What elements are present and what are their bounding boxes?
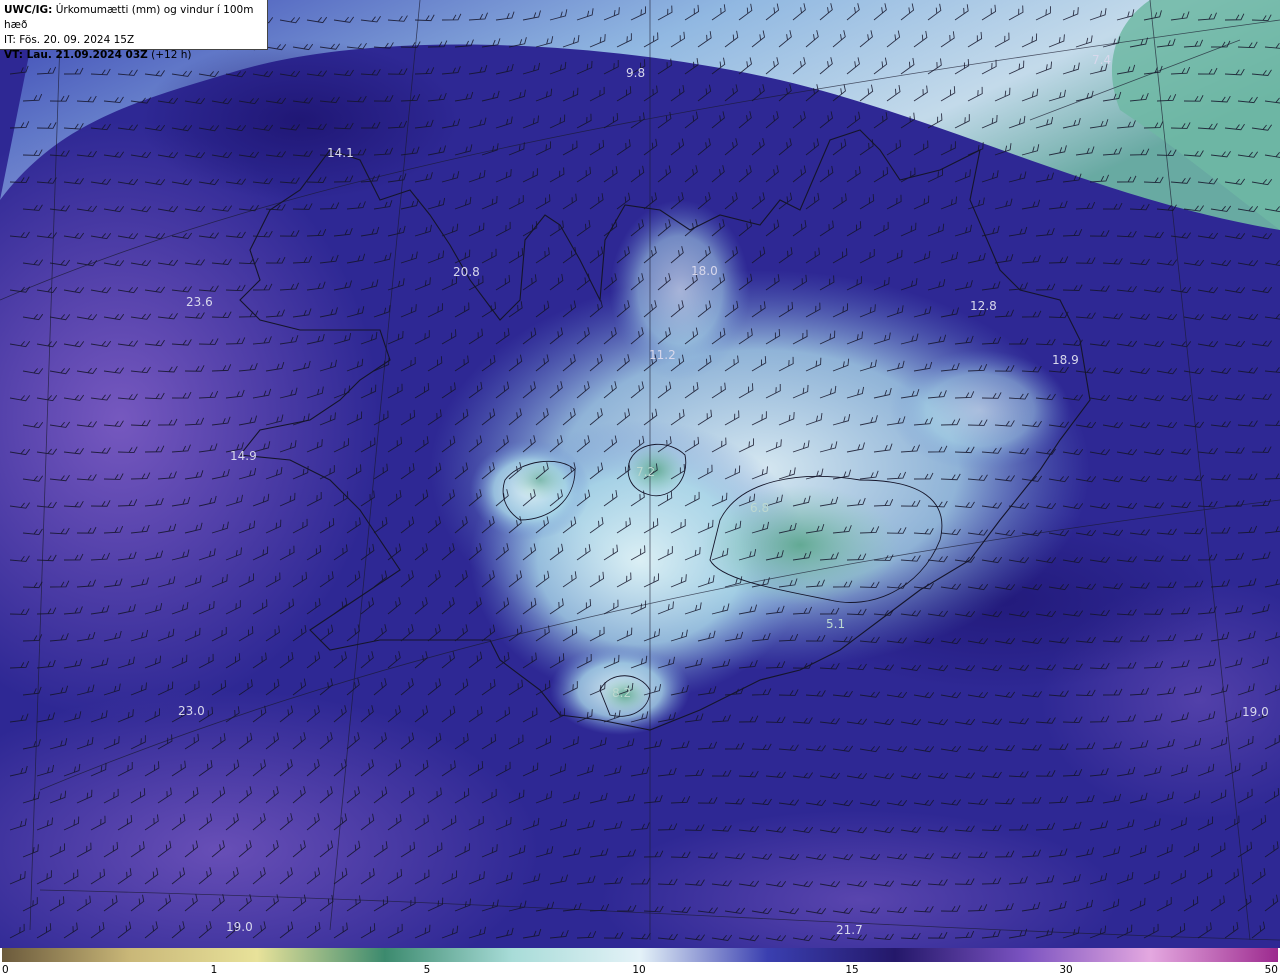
map-label-7-2: 7.2 [636,465,655,479]
init-time: IT: Fös. 20. 09. 2024 15Z [4,34,135,46]
map-label-5-1: 5.1 [826,617,845,631]
colorbar-tick-0: 0 [2,964,9,976]
map-label-23-0: 23.0 [178,704,205,718]
map-info-box: UWC/IG: Úrkomumætti (mm) og vindur í 100… [0,0,268,61]
map-label-19-0-south: 19.0 [226,920,253,934]
colorbar-legend: 0 1 5 10 15 30 50 [0,948,1280,978]
map-label-12-8: 12.8 [970,299,997,313]
map-label-20-8: 20.8 [453,265,480,279]
map-label-23-6: 23.6 [186,295,213,309]
map-label-14-9: 14.9 [230,449,257,463]
colorbar-tick-15: 15 [845,964,859,976]
map-label-21-7: 21.7 [836,923,863,937]
valid-time: VT: Lau. 21.09.2024 03Z [4,49,148,61]
weather-map: 14.1 20.8 23.6 18.0 12.8 18.9 11.2 14.9 … [0,0,1280,948]
dark-northwest [140,40,460,200]
forecast-offset: (+12 h) [147,49,192,61]
map-label-11-2: 11.2 [649,348,676,362]
valid-time-line: VT: Lau. 21.09.2024 03Z (+12 h) [4,48,263,63]
map-label-6-8: 6.8 [750,501,769,515]
map-label-14-1: 14.1 [327,146,354,160]
colorbar-tick-50: 50 [1264,964,1278,976]
model-name: UWC/IG: [4,4,53,16]
map-label-18-0: 18.0 [691,264,718,278]
title-line: UWC/IG: Úrkomumætti (mm) og vindur í 100… [4,3,263,33]
map-label-9-8: 9.8 [626,66,645,80]
colorbar-tick-30: 30 [1059,964,1073,976]
map-canvas: 14.1 20.8 23.6 18.0 12.8 18.9 11.2 14.9 … [0,0,1280,948]
map-label-8-2: 8.2 [612,686,631,700]
colorbar-tick-5: 5 [423,964,431,976]
colorbar-tick-10: 10 [632,964,646,976]
map-label-19-0-east: 19.0 [1242,705,1269,719]
map-label-7-4: 7.4 [1092,53,1111,67]
map-label-18-9: 18.9 [1052,353,1079,367]
colorbar-strip [2,948,1278,962]
colorbar-tick-1: 1 [210,964,218,976]
